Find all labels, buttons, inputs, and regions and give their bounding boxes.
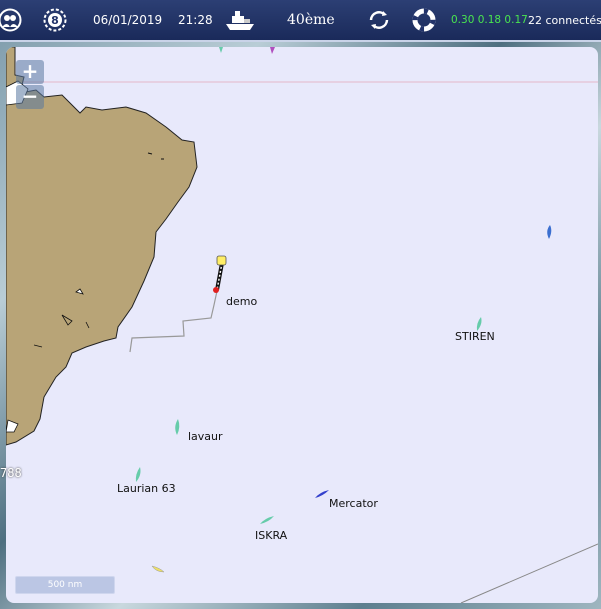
rank-text: 40ème bbox=[287, 12, 335, 28]
zoom-out-button[interactable]: − bbox=[16, 85, 44, 109]
date-text: 06/01/2019 bbox=[93, 13, 163, 27]
lifebuoy-icon[interactable] bbox=[412, 8, 436, 32]
scale-bar: 500 nm bbox=[15, 576, 115, 594]
time-text: 21:28 bbox=[178, 13, 213, 27]
zoom-in-button[interactable]: + bbox=[16, 60, 44, 84]
demo-boat[interactable] bbox=[213, 255, 227, 293]
connected-count[interactable]: 22 connectés bbox=[528, 14, 601, 27]
boat-lavaur bbox=[175, 419, 180, 435]
boat-top-cyan bbox=[219, 47, 223, 53]
sea-map[interactable]: + − demo STIREN lavaur Laurian 63 Mercat… bbox=[6, 47, 598, 603]
boat-top-magenta bbox=[270, 47, 275, 54]
user-icon[interactable] bbox=[0, 8, 22, 32]
refresh-icon[interactable] bbox=[366, 7, 392, 33]
route-line bbox=[460, 543, 598, 603]
ranking-badge-icon[interactable]: 8 bbox=[43, 8, 67, 32]
boat-label-mercator[interactable]: Mercator bbox=[329, 497, 378, 510]
boat-label-stiren[interactable]: STIREN bbox=[455, 330, 495, 343]
stats-text: 0.30 0.18 0.17 bbox=[451, 14, 528, 26]
boat-label-demo[interactable]: demo bbox=[226, 295, 257, 308]
demo-track bbox=[129, 290, 218, 353]
boat-yellow bbox=[151, 565, 165, 573]
edge-label: 788 bbox=[0, 466, 22, 480]
boat-label-laurian[interactable]: Laurian 63 bbox=[117, 482, 176, 495]
boat-icon[interactable] bbox=[224, 8, 256, 32]
top-bar: 8 06/01/2019 21:28 40ème 0.30 0.18 0.17 … bbox=[0, 0, 601, 42]
boat-mercator bbox=[315, 490, 329, 498]
boat-iskra bbox=[260, 516, 274, 524]
map-canvas[interactable] bbox=[6, 47, 598, 603]
badge-number: 8 bbox=[51, 14, 59, 27]
boat-label-iskra[interactable]: ISKRA bbox=[255, 529, 287, 542]
boat-label-lavaur[interactable]: lavaur bbox=[188, 430, 223, 443]
boat-blue-right bbox=[547, 225, 552, 239]
boat-stiren bbox=[476, 317, 482, 331]
boat-laurian bbox=[135, 467, 141, 482]
